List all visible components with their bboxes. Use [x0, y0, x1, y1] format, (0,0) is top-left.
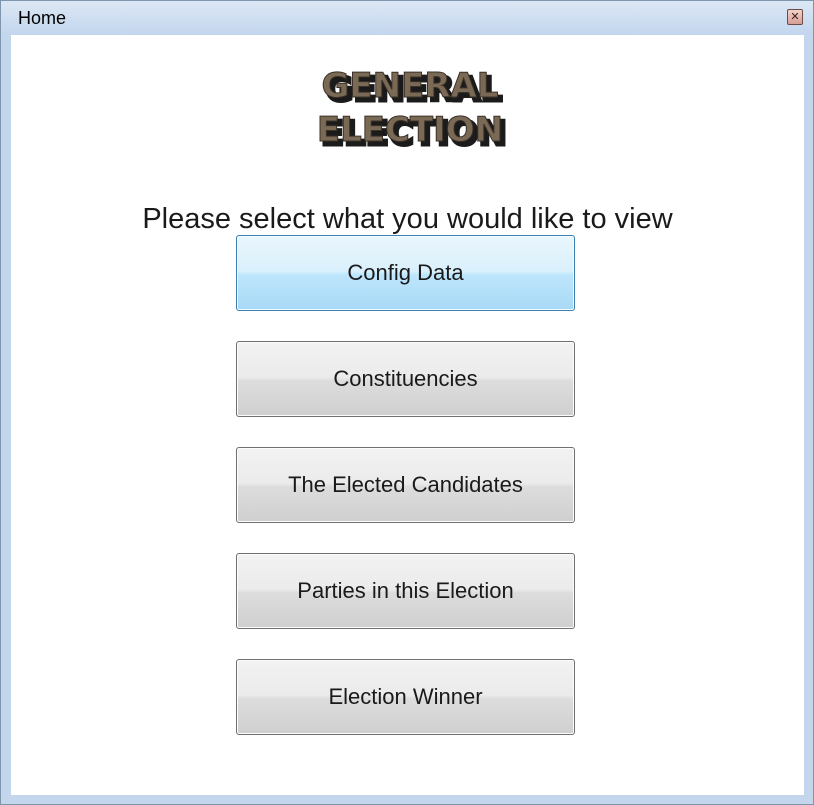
elected-candidates-button[interactable]: The Elected Candidates: [236, 447, 575, 523]
instruction-text: Please select what you would like to vie…: [142, 203, 673, 235]
client-area: GENERAL ELECTION GENERAL ELECTION Please…: [11, 35, 804, 795]
election-winner-button[interactable]: Election Winner: [236, 659, 575, 735]
window-title: Home: [18, 8, 67, 28]
logo-line1: GENERAL: [322, 66, 499, 106]
title-bar[interactable]: Home ✕: [1, 1, 813, 35]
general-election-logo: GENERAL ELECTION GENERAL ELECTION: [316, 66, 508, 156]
close-icon: ✕: [790, 10, 800, 23]
config-data-button[interactable]: Config Data: [236, 235, 575, 311]
parties-button[interactable]: Parties in this Election: [236, 553, 575, 629]
home-window: Home ✕ GENERAL ELECTION GENERAL ELECTION…: [0, 0, 814, 805]
close-button[interactable]: ✕: [787, 9, 803, 25]
logo-line2: ELECTION: [317, 110, 503, 150]
constituencies-button[interactable]: Constituencies: [236, 341, 575, 417]
